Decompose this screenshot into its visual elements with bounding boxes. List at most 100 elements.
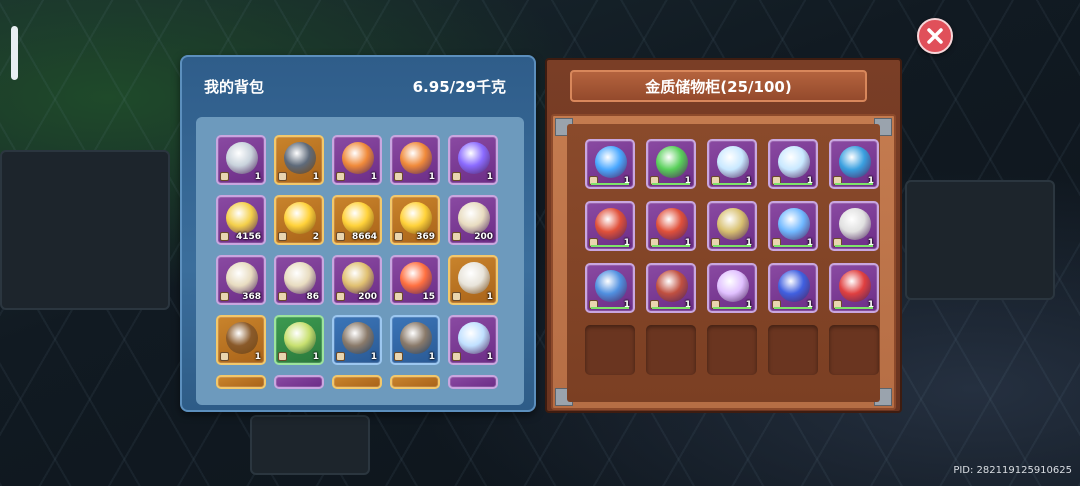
close-button[interactable] [917, 18, 953, 54]
durability-bar [713, 245, 751, 247]
lock-icon [394, 232, 403, 241]
item-quantity: 200 [474, 232, 493, 242]
backpack-weight: 6.95/29千克 [412, 77, 506, 96]
locker-slot[interactable]: 1 [768, 263, 818, 313]
bag-slot[interactable]: 1 [274, 315, 324, 365]
scroll-icon [284, 262, 316, 294]
bag-slot[interactable]: 1 [390, 135, 440, 185]
locker-slot[interactable]: 1 [585, 263, 635, 313]
fishing-rod-icon [717, 208, 749, 240]
item-quantity: 1 [254, 172, 261, 182]
lock-icon [278, 172, 287, 181]
lock-icon [278, 292, 287, 301]
shell-icon [778, 208, 810, 240]
lock-icon [336, 232, 345, 241]
locker-slot[interactable]: 1 [707, 263, 757, 313]
lock-icon [278, 232, 287, 241]
bag-slot[interactable]: 15 [390, 255, 440, 305]
item-quantity: 1 [370, 352, 377, 362]
item-quantity: 86 [306, 292, 319, 302]
scroll-icon [226, 262, 258, 294]
bag-slot[interactable] [274, 375, 324, 389]
lock-icon [220, 292, 229, 301]
side-menu-handle[interactable] [11, 26, 18, 80]
bag-slot[interactable] [390, 375, 440, 389]
bag-slot[interactable] [332, 375, 382, 389]
locker-slot[interactable]: 1 [707, 139, 757, 189]
backpack-title: 我的背包 [204, 77, 265, 96]
bag-slot[interactable]: 200 [448, 195, 498, 245]
lock-icon [220, 172, 229, 181]
locker-slot[interactable]: 1 [768, 201, 818, 251]
backpack-panel: 我的背包 6.95/29千克 1 1 1 1 1 4156 2 8664 369 200 368 86… [180, 55, 536, 412]
durability-bar [652, 183, 690, 185]
locker-body: 111111111111111 [551, 114, 896, 410]
item-quantity: 1 [312, 352, 319, 362]
map-scroll-icon [284, 322, 316, 354]
bag-slot[interactable]: 1 [274, 135, 324, 185]
durability-bar [835, 307, 873, 309]
lock-icon [452, 352, 461, 361]
bag-slot[interactable]: 4156 [216, 195, 266, 245]
lock-icon [336, 292, 345, 301]
background-structure [905, 180, 1055, 300]
locker-slot[interactable]: 1 [829, 201, 879, 251]
item-quantity: 1 [312, 172, 319, 182]
bag-slot[interactable]: 1 [216, 315, 266, 365]
locker-panel: 金质储物柜(25/100) 111111111111111 [545, 58, 902, 413]
bag-slot[interactable]: 2 [274, 195, 324, 245]
bag-slot[interactable]: 368 [216, 255, 266, 305]
backpack-grid: 1 1 1 1 1 4156 2 8664 369 200 368 86 200 15 1 1 1 1 1 1 [216, 135, 524, 389]
red-staff-icon [839, 270, 871, 302]
item-quantity: 1 [428, 172, 435, 182]
item-quantity: 2 [312, 232, 319, 242]
locker-empty-slot[interactable] [707, 325, 757, 375]
locker-slot[interactable]: 1 [585, 139, 635, 189]
bag-slot[interactable]: 1 [216, 135, 266, 185]
locker-empty-slot[interactable] [829, 325, 879, 375]
item-quantity: 15 [422, 292, 435, 302]
locker-grid-container[interactable]: 111111111111111 [567, 124, 880, 402]
bag-slot[interactable]: 1 [390, 315, 440, 365]
locker-empty-slot[interactable] [646, 325, 696, 375]
locker-slot[interactable]: 1 [829, 263, 879, 313]
bag-slot[interactable]: 1 [448, 135, 498, 185]
locker-slot[interactable]: 1 [646, 139, 696, 189]
rocket-icon [342, 262, 374, 294]
scroll-icon [458, 202, 490, 234]
locker-slot[interactable]: 1 [585, 201, 635, 251]
locker-grid: 111111111111111 [585, 139, 880, 375]
locker-slot[interactable]: 1 [707, 201, 757, 251]
locker-slot[interactable]: 1 [646, 263, 696, 313]
locker-empty-slot[interactable] [585, 325, 635, 375]
fire-orb-icon [400, 262, 432, 294]
durability-bar [774, 307, 812, 309]
bag-slot[interactable]: 1 [448, 255, 498, 305]
backpack-grid-container[interactable]: 1 1 1 1 1 4156 2 8664 369 200 368 86 200 15 1 1 1 1 1 1 [196, 117, 524, 405]
slingshot-icon [656, 270, 688, 302]
lock-icon [336, 172, 345, 181]
bag-slot[interactable] [448, 375, 498, 389]
locker-slot[interactable]: 1 [829, 139, 879, 189]
bag-slot[interactable]: 1 [332, 315, 382, 365]
item-quantity: 368 [242, 292, 261, 302]
flame-emblem-icon [400, 142, 432, 174]
bag-slot[interactable]: 1 [448, 315, 498, 365]
locker-slot[interactable]: 1 [768, 139, 818, 189]
bag-slot[interactable] [216, 375, 266, 389]
durability-bar [652, 307, 690, 309]
item-quantity: 1 [428, 352, 435, 362]
bag-slot[interactable]: 86 [274, 255, 324, 305]
durability-bar [713, 307, 751, 309]
bag-slot[interactable]: 200 [332, 255, 382, 305]
locker-slot[interactable]: 1 [646, 201, 696, 251]
locker-empty-slot[interactable] [768, 325, 818, 375]
axe-icon [226, 142, 258, 174]
bag-slot[interactable]: 369 [390, 195, 440, 245]
durability-bar [652, 245, 690, 247]
close-icon [927, 28, 943, 44]
bag-slot[interactable]: 1 [332, 135, 382, 185]
blue-potion-icon [778, 270, 810, 302]
bag-slot[interactable]: 8664 [332, 195, 382, 245]
durability-bar [713, 183, 751, 185]
